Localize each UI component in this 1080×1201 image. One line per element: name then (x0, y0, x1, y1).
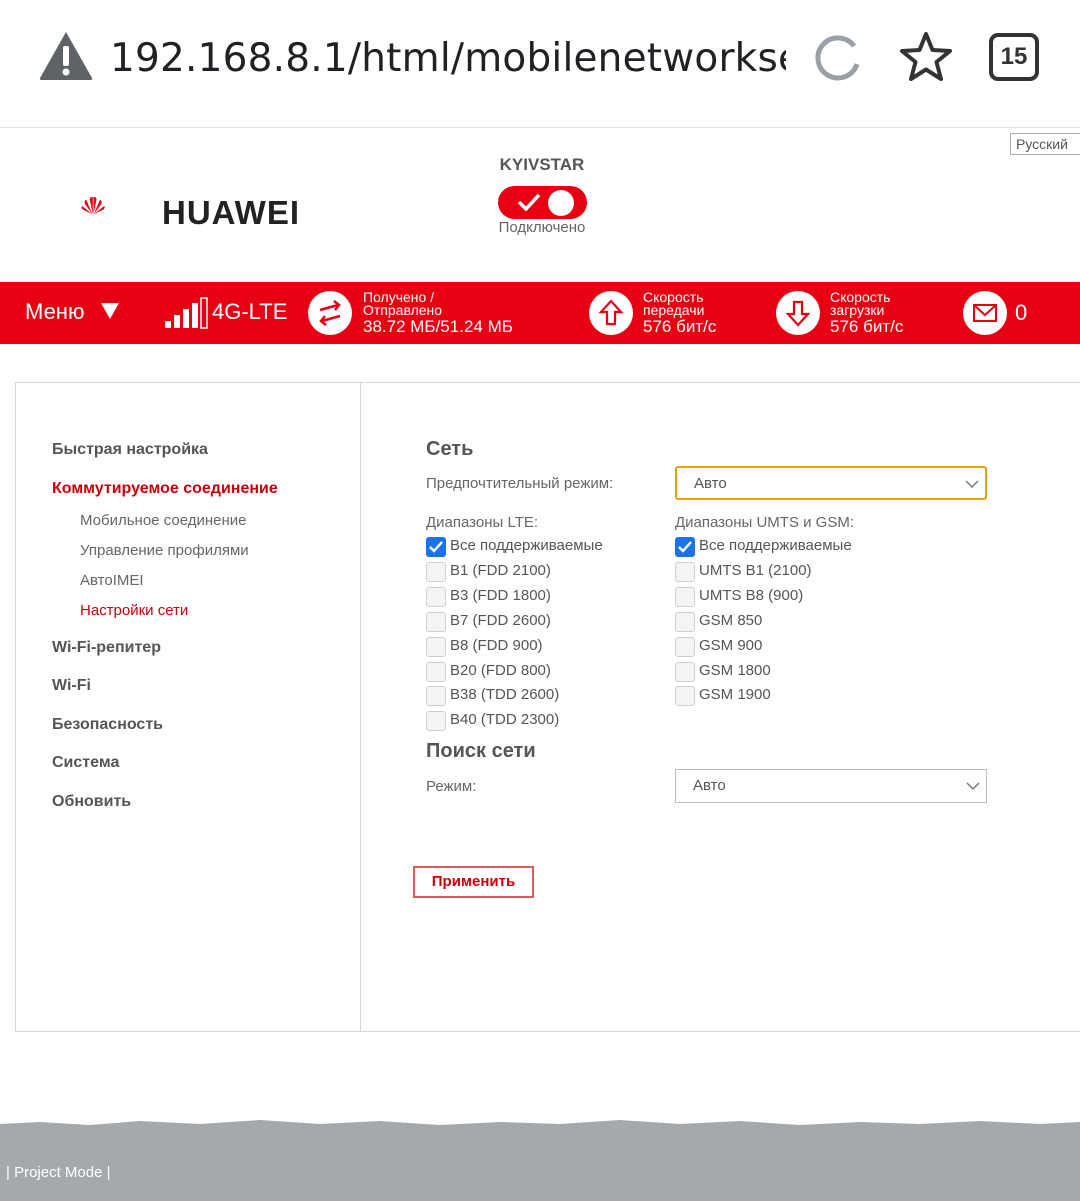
checkbox[interactable] (675, 537, 695, 557)
huawei-logo-icon (81, 196, 105, 215)
sidebar-item-network-settings[interactable]: Настройки сети (80, 602, 188, 619)
sidebar-item-mobile-connection[interactable]: Мобильное соединение (80, 512, 246, 529)
traffic-label-line2: Отправлено (363, 302, 443, 318)
project-mode-link[interactable]: | Project Mode | (6, 1164, 111, 1181)
chevron-down-icon (966, 782, 980, 791)
upload-arrow-icon (589, 291, 633, 335)
checkbox[interactable] (426, 686, 446, 706)
toggle-knob (548, 190, 574, 216)
sidebar-item-update[interactable]: Обновить (52, 793, 131, 811)
checkbox-label: B20 (FDD 800) (450, 662, 551, 679)
url-field[interactable]: 192.168.8.1/html/mobilenetworksettin (110, 36, 786, 81)
tab-count-button[interactable]: 15 (989, 33, 1039, 81)
download-label-line2: загрузки (830, 302, 885, 318)
preferred-mode-select[interactable]: Авто (675, 466, 987, 500)
brand-name: HUAWEI (162, 194, 300, 231)
checkbox[interactable] (426, 587, 446, 607)
search-mode-value: Авто (693, 777, 726, 794)
upload-label-line2: передачи (643, 302, 705, 318)
checkbox-label: UMTS B1 (2100) (699, 562, 812, 579)
connection-toggle[interactable] (498, 186, 587, 219)
search-mode-label: Режим: (426, 778, 477, 795)
checkmark-icon (678, 541, 692, 553)
search-mode-select[interactable]: Авто (675, 769, 987, 803)
operator-name: KYIVSTAR (499, 155, 585, 174)
umts-gsm-bands-label: Диапазоны UMTS и GSM: (675, 514, 855, 531)
browser-address-bar: 192.168.8.1/html/mobilenetworksettin 15 (0, 0, 1080, 128)
checkmark-icon (429, 541, 443, 553)
checkbox-label: GSM 850 (699, 612, 763, 629)
network-type: 4G-LTE (212, 299, 288, 324)
checkbox-label: Все поддерживаемые (699, 537, 852, 554)
sidebar-item-system[interactable]: Система (52, 754, 119, 772)
check-icon (517, 193, 541, 212)
traffic-icon (308, 291, 352, 335)
checkbox[interactable] (675, 562, 695, 582)
connection-status: Подключено (498, 219, 586, 236)
checkbox-label: B7 (FDD 2600) (450, 612, 551, 629)
sidebar-item-profile-management[interactable]: Управление профилями (80, 542, 249, 559)
checkbox[interactable] (675, 637, 695, 657)
language-select[interactable]: Русский (1010, 133, 1080, 155)
envelope-icon[interactable] (963, 291, 1007, 335)
sidebar-item-security[interactable]: Безопасность (52, 716, 163, 734)
download-arrow-icon (776, 291, 820, 335)
checkbox-label: GSM 900 (699, 637, 763, 654)
checkbox-label: GSM 1800 (699, 662, 771, 679)
footer-background (0, 1120, 1080, 1201)
checkbox-label: B38 (TDD 2600) (450, 686, 560, 703)
checkbox[interactable] (426, 637, 446, 657)
upload-speed: 576 бит/с (643, 317, 717, 336)
settings-panel: Быстрая настройка Коммутируемое соединен… (15, 382, 1080, 1032)
preferred-mode-label: Предпочтительный режим: (426, 475, 614, 492)
checkbox-label: B8 (FDD 900) (450, 637, 543, 654)
sidebar: Быстрая настройка Коммутируемое соединен… (16, 383, 361, 1031)
checkbox-label: Все поддерживаемые (450, 537, 603, 554)
sidebar-item-auto-imei[interactable]: АвтоIMEI (80, 572, 144, 589)
checkbox-label: B3 (FDD 1800) (450, 587, 551, 604)
menu-arrow-icon[interactable] (100, 302, 120, 320)
menu-button[interactable]: Меню (25, 299, 84, 325)
checkbox[interactable] (426, 612, 446, 632)
sidebar-item-wifi[interactable]: Wi-Fi (52, 677, 91, 695)
checkbox-label: GSM 1900 (699, 686, 771, 703)
reload-icon[interactable] (810, 32, 864, 86)
network-section-title: Сеть (426, 438, 474, 460)
checkbox[interactable] (426, 662, 446, 682)
preferred-mode-value: Авто (694, 475, 727, 492)
message-count[interactable]: 0 (1015, 300, 1027, 326)
sidebar-item-quick-setup[interactable]: Быстрая настройка (52, 441, 208, 459)
checkbox[interactable] (675, 612, 695, 632)
sidebar-item-wifi-repeater[interactable]: Wi-Fi-репитер (52, 639, 161, 657)
traffic-value: 38.72 МБ/51.24 МБ (363, 317, 513, 336)
warning-icon[interactable] (38, 30, 94, 82)
project-mode-label: Project Mode (14, 1164, 103, 1181)
checkbox[interactable] (675, 686, 695, 706)
sidebar-item-dialup[interactable]: Коммутируемое соединение (52, 480, 278, 498)
chevron-down-icon (965, 480, 979, 489)
apply-button[interactable]: Применить (413, 866, 534, 898)
signal-strength-icon (165, 297, 208, 329)
checkbox[interactable] (675, 587, 695, 607)
bookmark-star-icon[interactable] (898, 30, 954, 86)
checkbox-label: B40 (TDD 2300) (450, 711, 560, 728)
download-speed: 576 бит/с (830, 317, 904, 336)
lte-bands-label: Диапазоны LTE: (426, 514, 539, 531)
checkbox[interactable] (426, 562, 446, 582)
checkbox-label: UMTS B8 (900) (699, 587, 804, 604)
network-search-title: Поиск сети (426, 740, 536, 762)
checkbox[interactable] (675, 662, 695, 682)
status-bar: Меню 4G-LTE Получено / Отправлено 38.72 … (0, 282, 1080, 344)
checkbox-label: B1 (FDD 2100) (450, 562, 551, 579)
checkbox[interactable] (426, 537, 446, 557)
checkbox[interactable] (426, 711, 446, 731)
